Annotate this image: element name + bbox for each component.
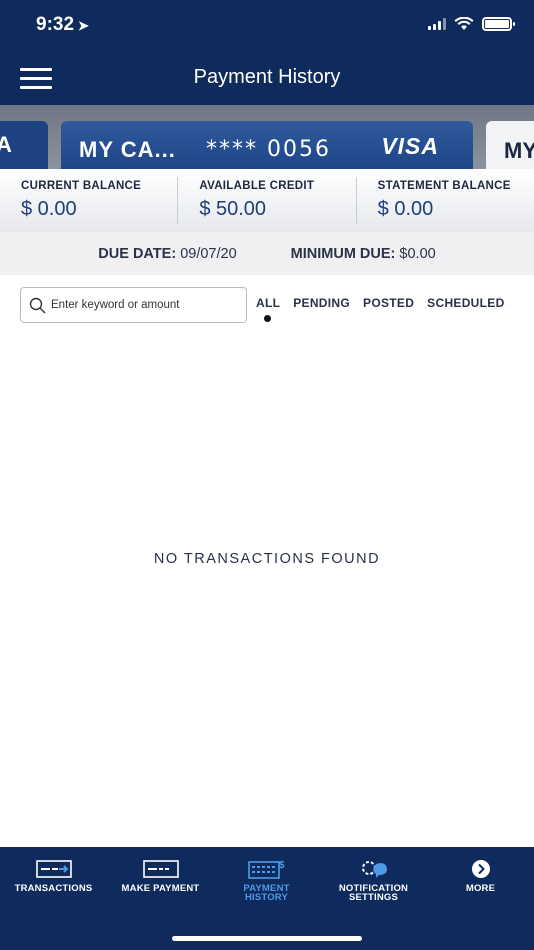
card-next[interactable]: MY — [486, 121, 534, 169]
tab-transactions[interactable]: TRANSACTIONS — [0, 857, 107, 893]
card-previous[interactable]: A — [0, 121, 48, 169]
statement-balance: STATEMENT BALANCE $ 0.00 — [357, 177, 534, 224]
transactions-icon — [0, 857, 107, 881]
balance-value: $ 0.00 — [377, 198, 434, 220]
balance-label: CURRENT BALANCE — [21, 180, 142, 192]
balance-value: $ 0.00 — [21, 198, 77, 220]
home-indicator[interactable] — [172, 936, 362, 941]
tab-more[interactable]: MORE — [427, 857, 534, 893]
tab-make-payment[interactable]: MAKE PAYMENT — [107, 857, 214, 893]
calendar-icon: $ — [213, 857, 320, 881]
card-number: **** 0056 — [206, 137, 331, 162]
card-selected[interactable]: MY CA... **** 0056 VISA — [61, 121, 473, 169]
empty-state-message: NO TRANSACTIONS FOUND — [153, 551, 381, 567]
card-carousel[interactable]: A MY CA... **** 0056 VISA MY — [0, 105, 534, 169]
signal-icon — [428, 18, 446, 30]
balance-summary: CURRENT BALANCE $ 0.00 AVAILABLE CREDIT … — [0, 169, 534, 232]
filter-scheduled[interactable]: SCHEDULED — [427, 296, 504, 310]
card-icon — [107, 857, 214, 881]
tab-payment-history[interactable]: $ PAYMENT HISTORY — [213, 857, 320, 902]
balance-label: AVAILABLE CREDIT — [199, 180, 315, 192]
filter-tabs: ALL PENDING POSTED SCHEDULED — [256, 296, 505, 322]
battery-icon — [482, 17, 515, 31]
location-arrow-icon: ➤ — [78, 18, 89, 33]
page-title: Payment History — [193, 66, 341, 88]
available-credit: AVAILABLE CREDIT $ 50.00 — [178, 177, 357, 224]
selected-indicator — [264, 315, 271, 322]
search-icon — [21, 288, 51, 322]
due-info-bar: DUE DATE: 09/07/20 MINIMUM DUE: $0.00 — [0, 232, 534, 275]
tab-notification-settings[interactable]: NOTIFICATION SETTINGS — [320, 857, 427, 902]
balance-value: $ 50.00 — [199, 198, 267, 220]
wifi-icon — [454, 17, 474, 30]
status-icons — [428, 17, 515, 31]
tab-label-notification-settings: NOTIFICATION SETTINGS — [338, 883, 409, 903]
filter-pending[interactable]: PENDING — [293, 296, 350, 310]
svg-text:$: $ — [279, 860, 285, 871]
visa-logo: VISA — [381, 133, 439, 159]
chevron-right-circle-icon — [427, 857, 534, 881]
tab-label-payment-history: PAYMENT HISTORY — [243, 883, 290, 903]
bottom-tab-bar: TRANSACTIONS MAKE PAYMENT $ PAYMENT HISTO… — [0, 847, 534, 950]
filter-all[interactable]: ALL — [256, 296, 280, 322]
filter-posted[interactable]: POSTED — [363, 296, 414, 310]
status-bar: 9:32 ➤ — [0, 0, 534, 52]
status-time: 9:32 ➤ — [36, 14, 89, 35]
card-name: MY CA... — [79, 137, 176, 162]
balance-label: STATEMENT BALANCE — [377, 180, 511, 192]
search-box[interactable] — [20, 287, 247, 323]
current-balance: CURRENT BALANCE $ 0.00 — [0, 177, 179, 224]
due-date: DUE DATE: 09/07/20 — [98, 245, 237, 262]
nav-header: Payment History — [0, 52, 534, 105]
minimum-due: MINIMUM DUE: $0.00 — [290, 245, 436, 262]
search-input[interactable] — [51, 299, 241, 311]
notification-gear-icon — [320, 857, 427, 881]
